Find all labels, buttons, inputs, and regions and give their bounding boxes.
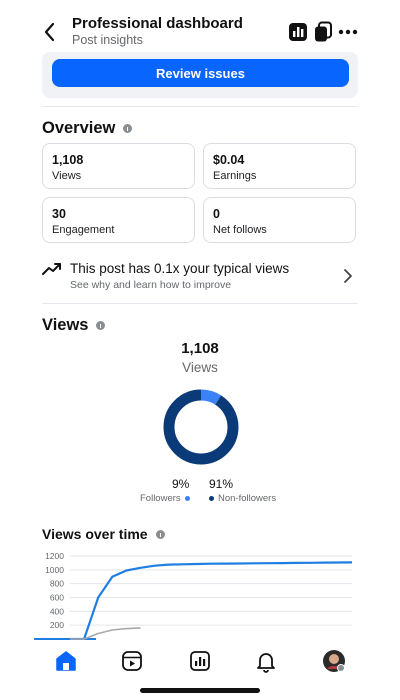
stat-card-views[interactable]: 1,108 Views [42, 143, 195, 189]
y-tick-label: 800 [50, 579, 64, 589]
non-followers-percent: 91% [209, 477, 234, 491]
bell-icon[interactable] [254, 649, 278, 673]
y-tick-label: 1000 [45, 565, 64, 575]
views-section-title: Views [42, 316, 106, 335]
views-total: 1,108 [181, 340, 219, 357]
stat-value: 1,108 [52, 153, 84, 167]
chevron-left-icon[interactable] [40, 20, 60, 44]
views-over-time-title: Views over time [42, 526, 165, 542]
info-icon[interactable] [123, 124, 133, 133]
stat-value: 0 [213, 207, 220, 221]
stat-value: $0.04 [213, 153, 245, 167]
legend-dot-followers [184, 496, 190, 501]
legend-non-followers-label: Non-followers [218, 493, 277, 504]
stat-label: Views [52, 170, 82, 182]
dashboard-icon[interactable] [188, 649, 212, 673]
more-horizontal-icon[interactable] [337, 21, 359, 43]
home-indicator [140, 688, 260, 693]
trending-up-icon [42, 263, 61, 275]
page-title: Professional dashboard [72, 15, 243, 32]
y-tick-label: 400 [50, 606, 64, 616]
overview-title: Overview [42, 119, 116, 137]
series-line-typical [70, 627, 141, 640]
y-tick-label: 600 [50, 593, 64, 603]
stat-card-engagement[interactable]: 30 Engagement [42, 197, 195, 243]
legend-non-followers: Non-followers [205, 493, 276, 504]
stat-card-earnings[interactable]: $0.04 Earnings [203, 143, 356, 189]
home-icon[interactable] [54, 649, 78, 673]
divider [42, 106, 358, 107]
donut-slice-non-followers [163, 389, 239, 465]
stat-value: 30 [52, 207, 66, 221]
legend-dot-non-followers [209, 496, 214, 501]
avatar[interactable] [322, 649, 346, 673]
views-over-time-label: Views over time [42, 526, 148, 542]
review-issues-button[interactable]: Review issues [52, 59, 349, 87]
views-over-time-chart: 1200 1000 800 600 400 200 [34, 551, 353, 641]
followers-percent: 9% [172, 477, 190, 491]
info-icon[interactable] [96, 321, 106, 330]
views-donut-chart [163, 389, 239, 465]
top-bar: Professional dashboard Post insights [0, 0, 400, 56]
stat-label: Net follows [213, 224, 267, 236]
reels-icon[interactable] [120, 649, 144, 673]
page-subtitle: Post insights [72, 33, 143, 47]
legend-followers-label: Followers [140, 493, 181, 504]
divider [42, 303, 358, 304]
info-icon[interactable] [155, 529, 165, 539]
series-line-views [70, 561, 353, 641]
views-total-label: Views [182, 360, 218, 375]
stat-label: Engagement [52, 224, 115, 236]
copy-icon[interactable] [312, 21, 334, 43]
y-tick-label: 200 [50, 620, 64, 630]
insight-subtext: See why and learn how to improve [70, 279, 232, 291]
overview-section-title: Overview [42, 119, 133, 138]
bar-chart-icon[interactable] [287, 21, 309, 43]
legend-followers: Followers [140, 493, 194, 504]
views-title: Views [42, 316, 89, 334]
stat-label: Earnings [213, 170, 257, 182]
chevron-right-icon [344, 269, 352, 283]
y-tick-label: 1200 [45, 551, 64, 561]
insight-text: This post has 0.1x your typical views [70, 261, 290, 276]
stat-card-net-follows[interactable]: 0 Net follows [203, 197, 356, 243]
